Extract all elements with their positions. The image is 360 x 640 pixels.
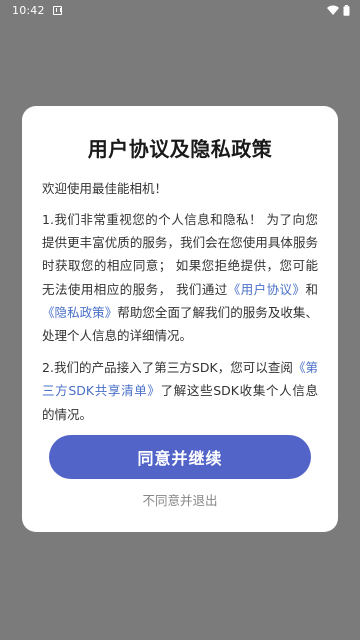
privacy-dialog: 用户协议及隐私政策 欢迎使用最佳能相机！ 1.我们非常重视您的个人信息和隐私！ … bbox=[22, 106, 338, 532]
paragraph-1: 1.我们非常重视您的个人信息和隐私！ 为了向您提供更丰富优质的服务，我们会在您使… bbox=[42, 208, 318, 347]
wifi-icon bbox=[327, 5, 339, 15]
paragraph-2-text-1: 2.我们的产品接入了第三方SDK，您可以查阅 bbox=[42, 360, 293, 376]
notification-a-icon bbox=[52, 5, 62, 15]
disagree-exit-button[interactable]: 不同意并退出 bbox=[22, 490, 338, 509]
status-right bbox=[327, 4, 350, 16]
welcome-text: 欢迎使用最佳能相机！ bbox=[42, 181, 168, 196]
paragraph-2: 2.我们的产品接入了第三方SDK，您可以查阅《第三方SDK共享清单》了解这些SD… bbox=[42, 356, 318, 426]
battery-icon bbox=[343, 4, 350, 16]
status-left: 10:42 bbox=[12, 4, 62, 17]
dialog-title: 用户协议及隐私政策 bbox=[87, 137, 273, 161]
user-agreement-link[interactable]: 《用户协议》 bbox=[228, 282, 306, 297]
paragraph-1-text-2: 和 bbox=[305, 281, 318, 297]
status-bar: 10:42 bbox=[0, 0, 360, 20]
privacy-policy-link[interactable]: 《隐私政策》 bbox=[42, 305, 117, 320]
status-time: 10:42 bbox=[12, 3, 45, 17]
agree-continue-button[interactable]: 同意并继续 bbox=[49, 435, 311, 479]
